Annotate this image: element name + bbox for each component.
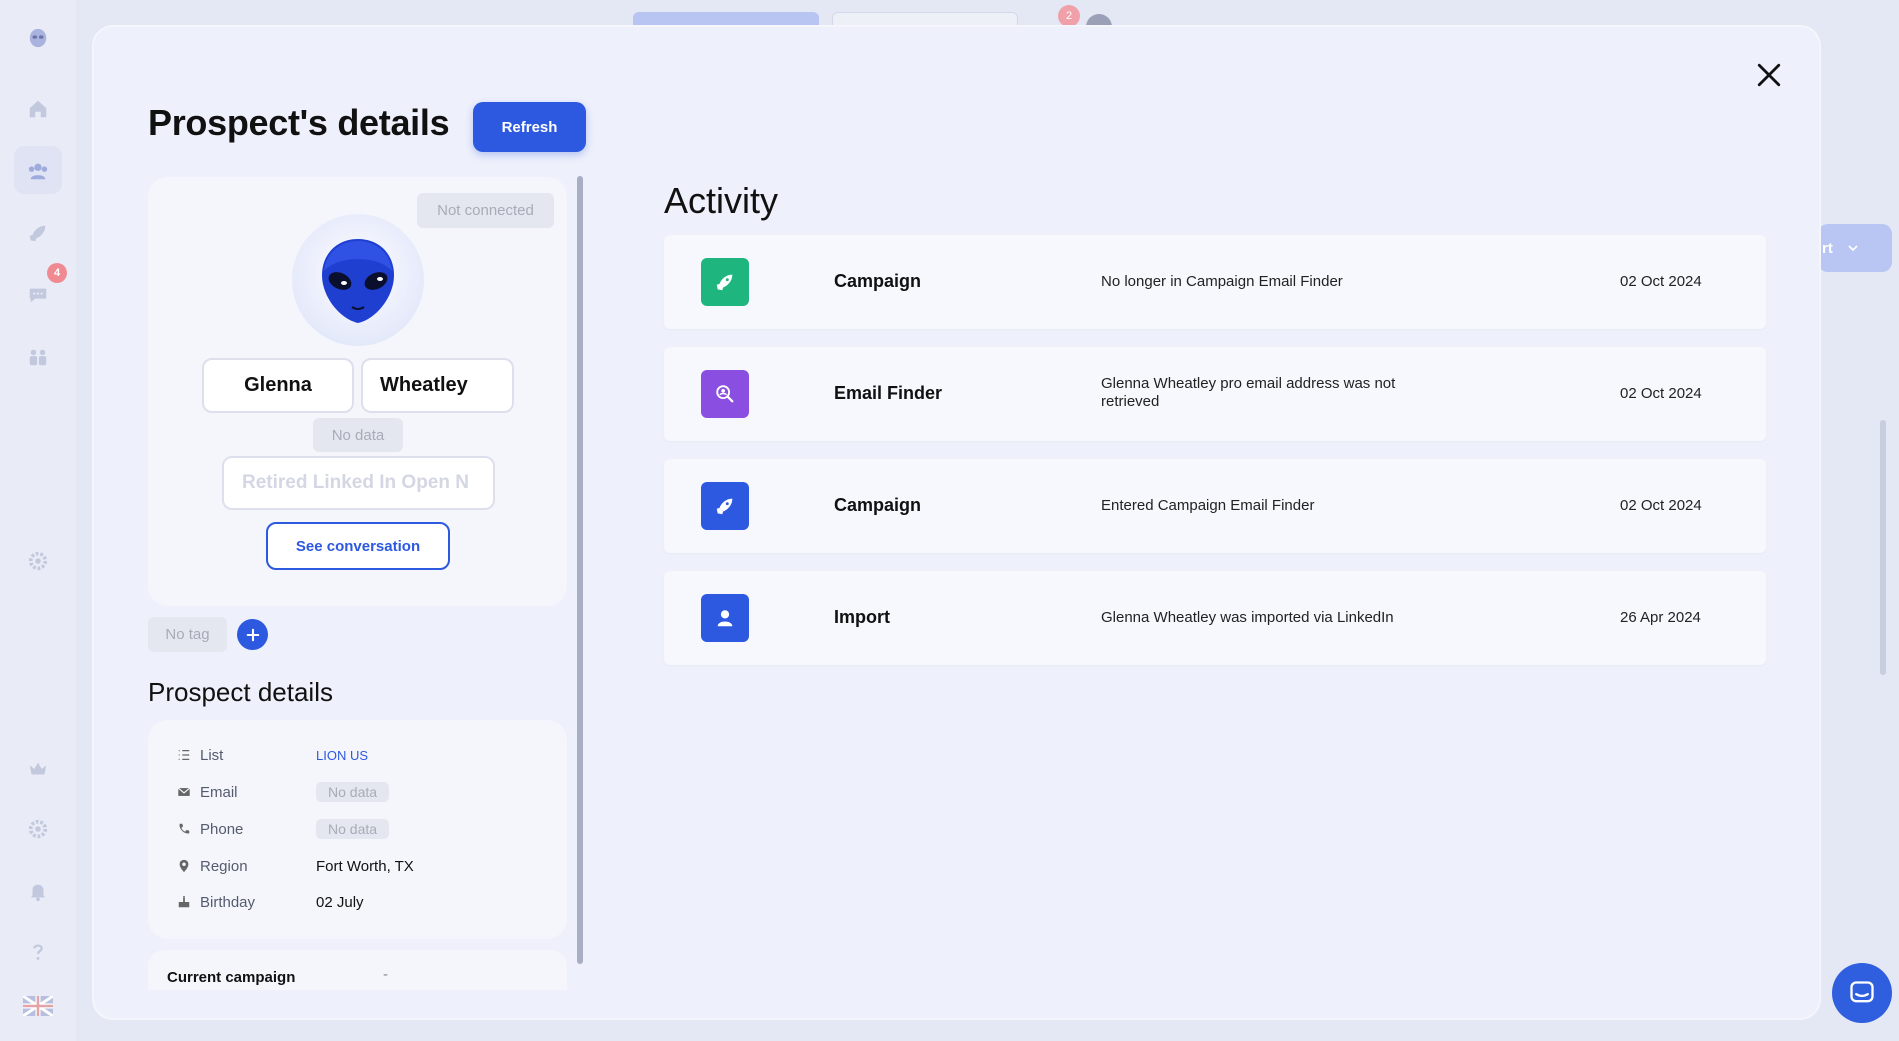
detail-row-birthday: Birthday 02 July [176,892,556,912]
rocket-icon[interactable] [26,221,50,245]
prospect-details-heading: Prospect details [148,677,333,707]
page-scrollbar [1880,420,1886,675]
activity-item: Campaign Entered Campaign Email Finder 0… [664,459,1766,553]
current-campaign-value: - [383,966,388,983]
activity-date: 26 Apr 2024 [1620,609,1701,626]
phone-value: No data [316,819,390,839]
phone-icon [176,821,192,837]
left-panel-scrollbar[interactable] [577,176,583,964]
connection-status-badge: Not connected [417,193,554,228]
cake-icon [176,894,192,910]
current-campaign-label: Current campaign [167,969,296,986]
activity-item: Email Finder Glenna Wheatley pro email a… [664,347,1766,441]
crown-icon[interactable] [26,757,50,781]
activity-type: Import [834,607,890,627]
team-icon[interactable] [26,345,50,369]
detail-row-list: List LION US [176,745,556,765]
refresh-button[interactable]: Refresh [473,102,586,152]
modal-title: Prospect's details [148,102,450,143]
envelope-icon [176,784,192,800]
plus-icon [246,628,259,641]
first-name-field[interactable]: Glenna [202,358,354,413]
help-icon[interactable] [26,940,50,964]
chat-widget-button[interactable] [1832,963,1892,1023]
chat-icon [1850,981,1874,1003]
activity-item: Campaign No longer in Campaign Email Fin… [664,235,1766,329]
region-value: Fort Worth, TX [316,857,414,875]
headline-field[interactable]: Retired Linked In Open N [222,456,495,510]
logo-alien-icon[interactable] [26,26,50,50]
activity-date: 02 Oct 2024 [1620,273,1702,290]
background-action-button: rt [1818,224,1892,272]
activity-description: No longer in Campaign Email Finder [1101,273,1343,290]
tag-badge: No tag [148,617,227,652]
detail-label: List [200,746,224,764]
last-name-field[interactable]: Wheatley [361,358,514,413]
birthday-value: 02 July [316,893,364,911]
messages-icon[interactable] [26,283,50,307]
settings-gear-icon[interactable] [26,549,50,573]
background-top-tab-secondary [832,12,1018,26]
search-person-icon [701,370,749,418]
bell-icon[interactable] [26,879,50,903]
uk-flag-icon[interactable] [22,994,54,1018]
list-icon [176,747,192,763]
detail-label: Email [200,783,238,801]
users-icon[interactable] [26,159,50,183]
detail-row-email: Email No data [176,782,556,802]
activity-description: Entered Campaign Email Finder [1101,497,1315,514]
activity-description: Glenna Wheatley pro email address was no… [1101,375,1396,410]
activity-type: Campaign [834,271,922,291]
detail-label: Phone [200,820,244,838]
notification-badge: 2 [1058,5,1080,27]
add-tag-button[interactable] [237,619,268,650]
detail-row-region: Region Fort Worth, TX [176,856,556,876]
gear-icon[interactable] [26,817,50,841]
messages-badge: 4 [47,263,67,283]
chevron-down-icon [1848,245,1858,252]
detail-row-phone: Phone No data [176,819,556,839]
list-link[interactable]: LION US [316,748,368,763]
activity-type: Campaign [834,495,922,515]
prospect-avatar [292,214,424,346]
email-value: No data [316,782,390,802]
rocket-icon [701,482,749,530]
company-field: No data [313,418,403,452]
close-icon [1757,63,1781,87]
activity-item: Import Glenna Wheatley was imported via … [664,571,1766,665]
background-top-tab [633,12,819,26]
activity-date: 02 Oct 2024 [1620,385,1702,402]
home-icon[interactable] [26,97,50,121]
detail-label: Region [200,857,248,875]
activity-date: 02 Oct 2024 [1620,497,1702,514]
close-modal-button[interactable] [1754,60,1784,90]
activity-description: Glenna Wheatley was imported via LinkedI… [1101,609,1394,626]
activity-heading: Activity [664,180,779,221]
detail-label: Birthday [200,893,256,911]
alien-avatar-icon [322,239,394,323]
rocket-icon [701,258,749,306]
user-icon [701,594,749,642]
see-conversation-button[interactable]: See conversation [266,522,450,570]
location-pin-icon [176,858,192,874]
activity-type: Email Finder [834,383,943,403]
